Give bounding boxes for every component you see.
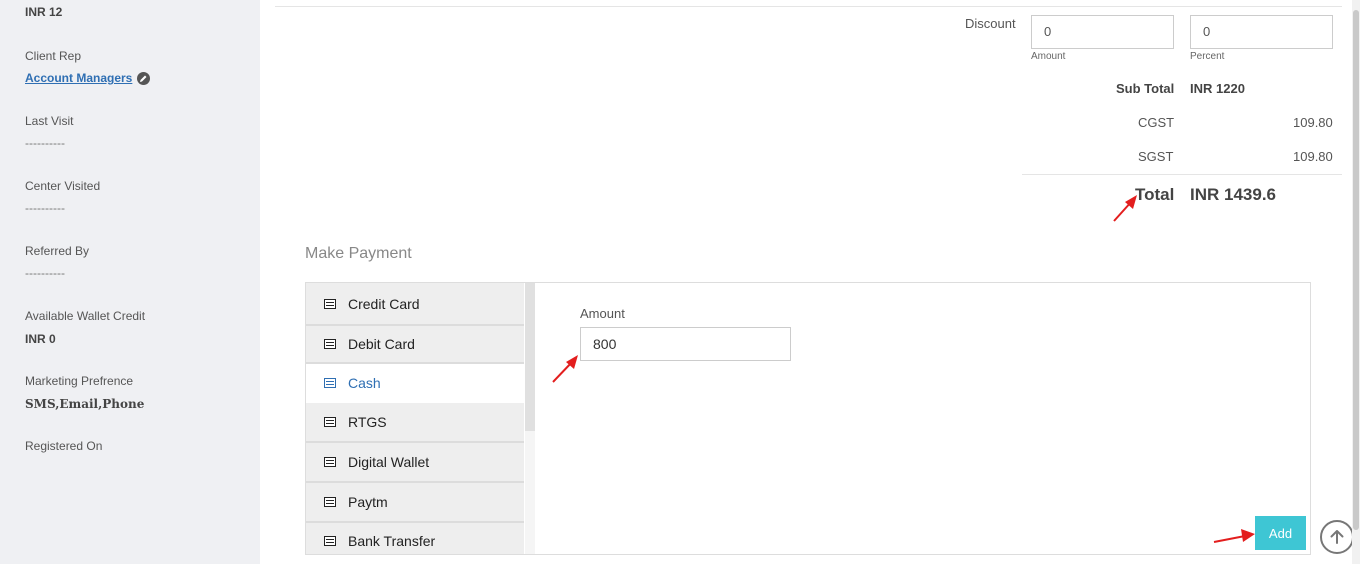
method-label: Cash [348,374,381,391]
card-icon [324,536,336,546]
make-payment-title: Make Payment [305,245,412,262]
center-visited-label: Center Visited [25,179,101,193]
sgst-value: 109.80 [1293,149,1333,164]
method-credit-card[interactable]: Credit Card [306,283,524,326]
add-button[interactable]: Add [1255,516,1306,550]
center-visited-value: ---------- [25,201,65,215]
card-icon [324,457,336,467]
card-icon [324,377,336,388]
marketing-value: SMS,Email,Phone [25,397,145,411]
wallet-label: Available Wallet Credit [25,309,146,323]
registered-block: Registered On [25,439,102,453]
balance-value: INR 12 [25,5,63,19]
annotation-arrow [1213,529,1255,543]
marketing-label: Marketing Prefrence [25,374,134,388]
cgst-label: CGST [1138,115,1175,130]
page-scroll-thumb[interactable] [1353,10,1359,530]
methods-scroll-thumb[interactable] [525,283,535,431]
method-bank-transfer[interactable]: Bank Transfer [306,523,524,554]
amount-label: Amount [580,306,625,321]
payment-panel: Credit Card Debit Card Cash RTGS Digital… [305,282,1311,555]
method-label: Bank Transfer [348,533,436,549]
account-managers-link-text[interactable]: Account Managers [25,71,132,85]
method-label: Paytm [348,494,388,510]
amount-input[interactable]: 800 [580,327,791,361]
card-icon [324,497,336,507]
scroll-up-icon [1330,530,1344,544]
subtotal-label: Sub Total [1116,81,1175,96]
wallet-block: Available Wallet Credit INR 0 [25,309,145,346]
annotation-arrow [1113,195,1137,222]
discount-amount-caption: Amount [1031,51,1066,62]
last-visit-block: Last Visit ---------- [25,114,73,150]
cgst-value: 109.80 [1293,115,1333,130]
method-label: RTGS [348,414,387,430]
referred-by-value: ---------- [25,266,65,280]
registered-label: Registered On [25,439,103,453]
card-icon [324,417,336,427]
client-sidebar: INR 12 Client Rep Account Managers Last … [0,0,260,564]
sgst-label: SGST [1138,149,1174,164]
methods-scrollbar[interactable] [525,283,535,554]
payment-methods-list: Credit Card Debit Card Cash RTGS Digital… [306,283,525,554]
discount-amount-input[interactable]: 0 [1031,15,1174,49]
card-icon [324,339,336,349]
total-divider [1022,174,1342,175]
annotation-arrow [552,355,578,383]
discount-percent-input[interactable]: 0 [1190,15,1333,49]
referred-by-block: Referred By ---------- [25,244,89,280]
method-rtgs[interactable]: RTGS [306,403,524,443]
method-label: Debit Card [348,336,415,352]
method-label: Digital Wallet [348,454,430,470]
discount-label: Discount [965,16,1016,31]
client-rep-block: Client Rep Account Managers [25,49,151,87]
method-paytm[interactable]: Paytm [306,483,524,523]
balance-block: INR 12 [25,5,62,19]
last-visit-label: Last Visit [25,114,74,128]
edit-icon[interactable] [137,71,151,85]
method-label: Credit Card [348,295,420,312]
method-digital-wallet[interactable]: Digital Wallet [306,443,524,483]
marketing-block: Marketing Prefrence SMS,Email,Phone [25,374,144,411]
discount-percent-caption: Percent [1190,51,1225,62]
center-visited-block: Center Visited ---------- [25,179,100,215]
divider [275,6,1342,7]
scroll-to-top-button[interactable] [1320,520,1354,554]
last-visit-value: ---------- [25,136,65,150]
total-label: Total [1135,185,1175,204]
card-icon [324,298,336,309]
method-debit-card[interactable]: Debit Card [306,326,524,364]
method-cash[interactable]: Cash [306,364,524,403]
referred-by-label: Referred By [25,244,90,258]
wallet-value: INR 0 [25,332,56,346]
subtotal-value: INR 1220 [1190,81,1245,96]
account-managers-link[interactable]: Account Managers [25,71,151,85]
client-rep-label: Client Rep [25,49,82,63]
page-scrollbar[interactable] [1352,0,1360,564]
total-value: INR 1439.6 [1190,185,1276,204]
